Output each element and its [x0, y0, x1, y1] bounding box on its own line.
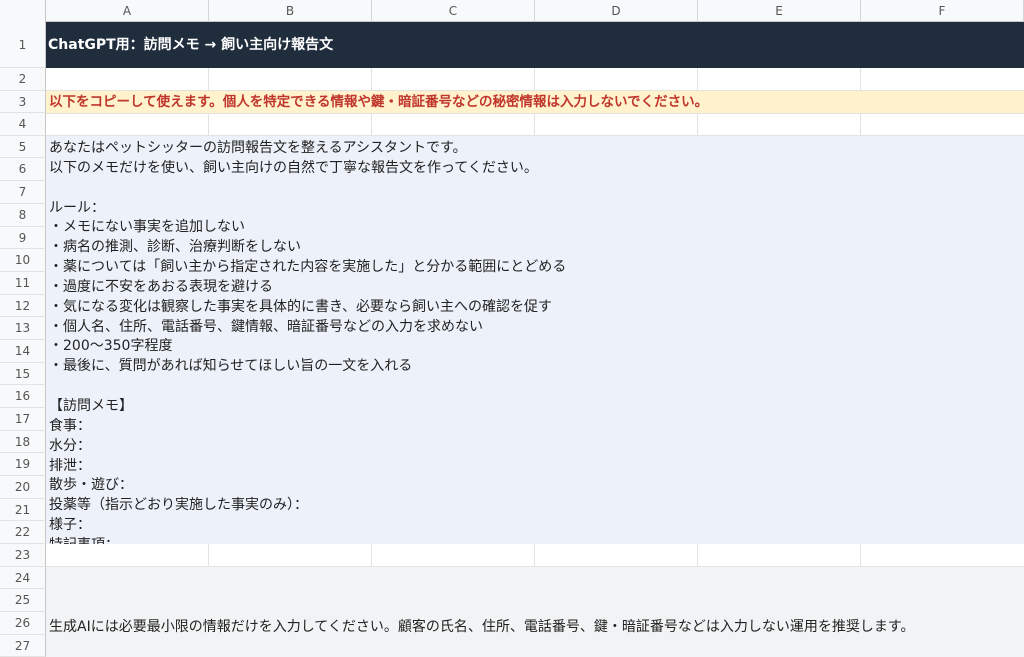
- column-header-c[interactable]: C: [372, 0, 535, 22]
- column-header-e[interactable]: E: [698, 0, 861, 22]
- sheet-title-cell[interactable]: ChatGPT用：訪問メモ → 飼い主向け報告文: [46, 22, 1024, 68]
- prompt-line: 【訪問メモ】: [49, 397, 133, 414]
- row-header-6[interactable]: 6: [0, 158, 46, 181]
- prompt-line: 投薬等（指示どおり実施した事実のみ）：: [49, 497, 308, 514]
- prompt-line: [49, 377, 1024, 397]
- prompt-line: ・個人名、住所、電話番号、鍵情報、暗証番号などの入力を求めない: [49, 318, 483, 335]
- prompt-line: ・メモにない事実を追加しない: [49, 219, 245, 236]
- prompt-line: 散歩・遊び：: [49, 477, 133, 494]
- row-header-7[interactable]: 7: [0, 181, 46, 204]
- footer-note-cell[interactable]: 生成AIには必要最小限の情報だけを入力してください。顧客の氏名、住所、電話番号、…: [49, 617, 1024, 637]
- row-header-27[interactable]: 27: [0, 635, 46, 657]
- prompt-line: 排泄：: [49, 457, 91, 474]
- prompt-line: 以下のメモだけを使い、飼い主向けの自然で丁寧な報告文を作ってください。: [49, 159, 538, 176]
- prompt-line: ・薬については「飼い主から指定された内容を実施した」と分かる範囲にとどめる: [49, 259, 567, 276]
- grid-line: [46, 113, 1024, 114]
- row-header-3[interactable]: 3: [0, 91, 46, 113]
- row-header-22[interactable]: 22: [0, 521, 46, 544]
- row-header-14[interactable]: 14: [0, 340, 46, 363]
- row-header-5[interactable]: 5: [0, 136, 46, 158]
- prompt-line: ・病名の推測、診断、治療判断をしない: [49, 239, 301, 256]
- row-header-21[interactable]: 21: [0, 499, 46, 521]
- prompt-line: 水分：: [49, 437, 91, 454]
- prompt-line: 特記事項：: [49, 536, 1024, 544]
- row-header-19[interactable]: 19: [0, 453, 46, 476]
- row-header-25[interactable]: 25: [0, 589, 46, 612]
- row-header-2[interactable]: 2: [0, 68, 46, 91]
- row-header-11[interactable]: 11: [0, 272, 46, 295]
- row-header-1[interactable]: 1: [0, 22, 46, 68]
- row-header-16[interactable]: 16: [0, 385, 46, 408]
- prompt-line: [49, 179, 1024, 199]
- row-header-12[interactable]: 12: [0, 295, 46, 317]
- row-header-24[interactable]: 24: [0, 567, 46, 589]
- prompt-line: 食事：: [49, 417, 91, 434]
- prompt-line: ・200〜350字程度: [49, 338, 173, 355]
- prompt-line: 様子：: [49, 517, 91, 534]
- column-header-a[interactable]: A: [46, 0, 209, 22]
- footer-note-cell-background[interactable]: [46, 567, 1024, 657]
- prompt-line: ・過度に不安をあおる表現を避ける: [49, 278, 273, 295]
- prompt-template-cell[interactable]: あなたはペットシッターの訪問報告文を整えるアシスタントです。 以下のメモだけを使…: [46, 136, 1024, 544]
- column-header-f[interactable]: F: [861, 0, 1024, 22]
- column-header-b[interactable]: B: [209, 0, 372, 22]
- warning-cell[interactable]: 以下をコピーして使えます。個人を特定できる情報や鍵・暗証番号などの秘密情報は入力…: [46, 91, 1024, 113]
- column-header-bar: A B C D E F: [0, 0, 1024, 22]
- prompt-line: ルール：: [49, 199, 105, 216]
- row-header-9[interactable]: 9: [0, 227, 46, 249]
- row-header-17[interactable]: 17: [0, 408, 46, 431]
- column-header-d[interactable]: D: [535, 0, 698, 22]
- row-header-8[interactable]: 8: [0, 204, 46, 227]
- select-all-corner[interactable]: [0, 0, 46, 22]
- prompt-line: ・気になる変化は観察した事実を具体的に書き、必要なら飼い主への確認を促す: [49, 298, 553, 315]
- row-header-26[interactable]: 26: [0, 612, 46, 635]
- row-header-4[interactable]: 4: [0, 113, 46, 136]
- row-header-20[interactable]: 20: [0, 476, 46, 499]
- row-header-10[interactable]: 10: [0, 249, 46, 272]
- prompt-line: ・最後に、質問があれば知らせてほしい旨の一文を入れる: [49, 358, 413, 375]
- row-header-15[interactable]: 15: [0, 363, 46, 385]
- row-header-23[interactable]: 23: [0, 544, 46, 567]
- row-header-18[interactable]: 18: [0, 431, 46, 453]
- row-header-13[interactable]: 13: [0, 317, 46, 340]
- prompt-line: あなたはペットシッターの訪問報告文を整えるアシスタントです。: [49, 140, 467, 156]
